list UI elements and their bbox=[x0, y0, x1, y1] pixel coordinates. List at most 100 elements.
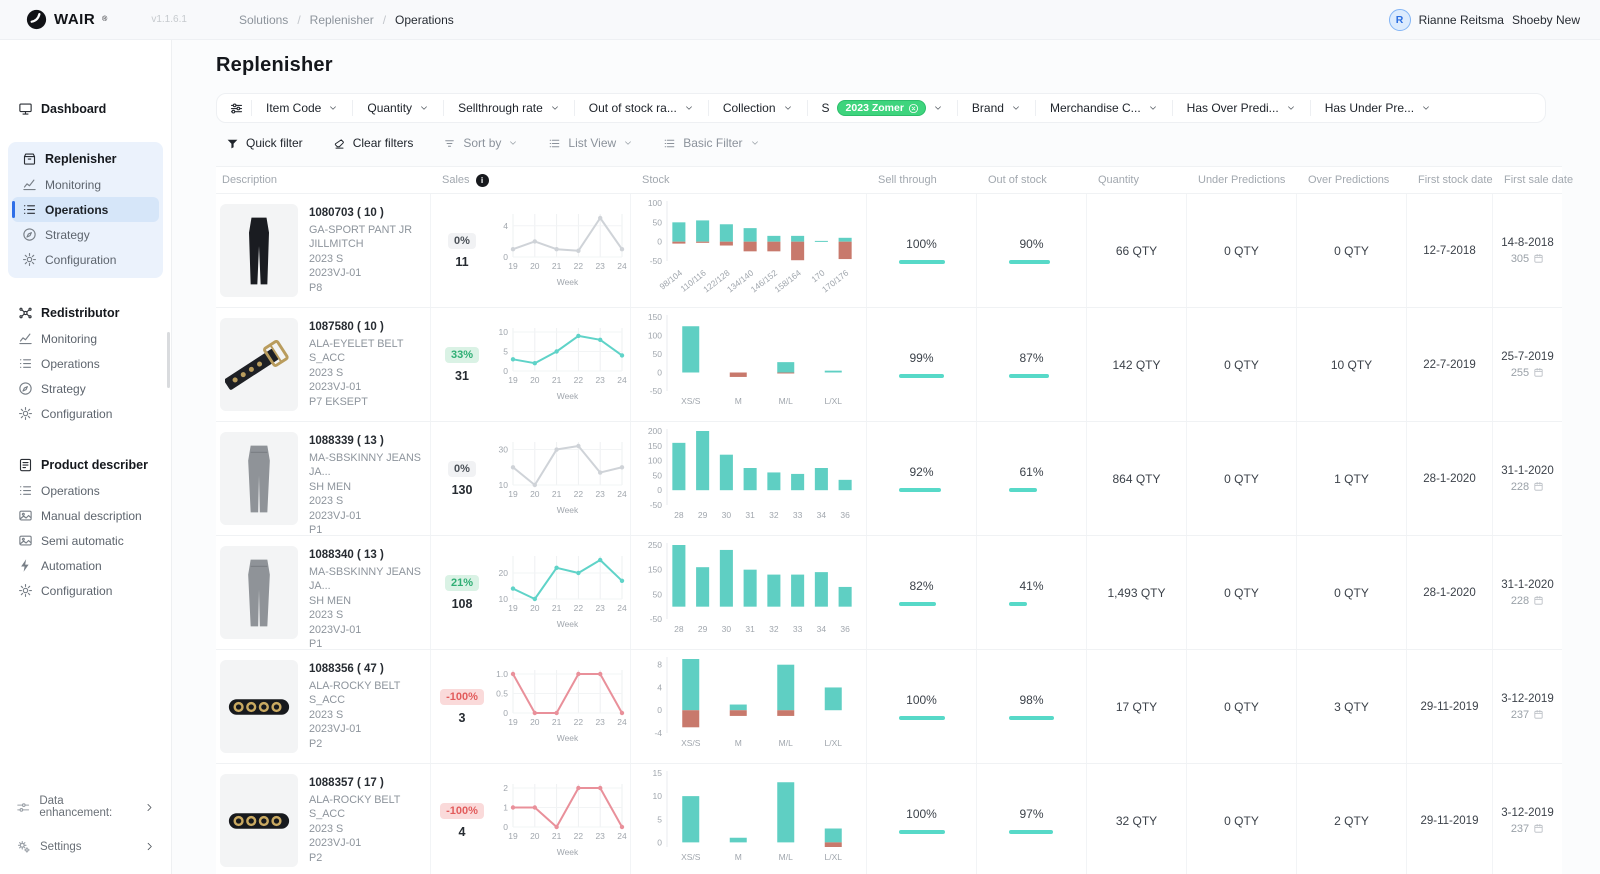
sidebar-item-product-describer-semi-automatic[interactable]: Semi automatic bbox=[8, 528, 163, 553]
table-row[interactable]: 1087580 ( 10 ) ALA-EYELET BELTS_ACC2023 … bbox=[216, 307, 1562, 421]
avatar[interactable]: R bbox=[1389, 9, 1411, 31]
first-sale-date: 25-7-2019 bbox=[1501, 351, 1553, 363]
product-image[interactable] bbox=[220, 546, 298, 639]
column-header-under-predictions: Under Predictions bbox=[1186, 174, 1296, 186]
filter-s-2023-zomer[interactable]: S 2023 Zomer bbox=[807, 100, 957, 116]
product-image[interactable] bbox=[220, 318, 298, 411]
quantity-value: 864 QTY bbox=[1086, 422, 1186, 535]
sidebar-group-title-product-describer[interactable]: Product describer bbox=[8, 452, 163, 478]
sidebar-item-redistributor-monitoring[interactable]: Monitoring bbox=[8, 326, 163, 351]
svg-text:200: 200 bbox=[647, 426, 661, 436]
svg-text:31: 31 bbox=[745, 624, 755, 634]
list-view-icon bbox=[548, 137, 561, 150]
filter-settings-button[interactable] bbox=[221, 101, 251, 116]
sales-total: 108 bbox=[452, 597, 473, 611]
sales-info-icon[interactable]: i bbox=[476, 174, 489, 187]
sidebar-item-product-describer-manual-description[interactable]: Manual description bbox=[8, 503, 163, 528]
calendar-icon bbox=[1533, 709, 1544, 720]
stock-chart: 051015XS/SMM/LL/XL bbox=[637, 765, 861, 874]
svg-text:0: 0 bbox=[657, 485, 662, 495]
sales-cell: 0% 130 1030192021222324Week bbox=[430, 422, 630, 535]
first-stock-date: 29-11-2019 bbox=[1406, 764, 1492, 874]
sidebar-item-product-describer-operations[interactable]: Operations bbox=[8, 478, 163, 503]
out-of-stock-bar bbox=[1009, 830, 1055, 834]
sidebar-group-title-redistributor[interactable]: Redistributor bbox=[8, 300, 163, 326]
basic-filter-button[interactable]: Basic Filter bbox=[663, 136, 759, 150]
filter-quantity[interactable]: Quantity bbox=[352, 100, 443, 116]
chevron-right-icon bbox=[144, 841, 155, 852]
user-menu[interactable]: R Rianne Reitsma Shoeby New bbox=[1389, 9, 1600, 31]
table-row[interactable]: 1088357 ( 17 ) ALA-ROCKY BELTS_ACC2023 S… bbox=[216, 763, 1562, 874]
filter-merchandise-c[interactable]: Merchandise C... bbox=[1035, 100, 1172, 116]
basic-filter-icon bbox=[663, 137, 676, 150]
gear-icon bbox=[18, 583, 33, 598]
filter-has-over-predi[interactable]: Has Over Predi... bbox=[1172, 100, 1310, 116]
breadcrumb-solutions[interactable]: Solutions bbox=[239, 13, 288, 27]
first-sale-date: 14-8-2018 bbox=[1501, 237, 1553, 249]
description-cell: 1080703 ( 10 ) GA-SPORT PANT JRJILLMITCH… bbox=[216, 194, 430, 307]
table-row[interactable]: 1088356 ( 47 ) ALA-ROCKY BELTS_ACC2023 S… bbox=[216, 649, 1562, 763]
svg-text:20: 20 bbox=[530, 831, 540, 841]
quick-filter-button[interactable]: Quick filter bbox=[226, 136, 303, 150]
sidebar-item-dashboard[interactable]: Dashboard bbox=[8, 96, 163, 122]
sidebar-item-replenisher-monitoring[interactable]: Monitoring bbox=[12, 172, 159, 197]
product-image[interactable] bbox=[220, 204, 298, 297]
over-predictions-value: 3 QTY bbox=[1296, 650, 1406, 763]
sidebar-item-redistributor-operations[interactable]: Operations bbox=[8, 351, 163, 376]
filter-sellthrough-rate[interactable]: Sellthrough rate bbox=[443, 100, 574, 116]
tune-icon bbox=[229, 101, 244, 116]
filter-collection[interactable]: Collection bbox=[708, 100, 807, 116]
sales-cell: 21% 108 1020192021222324Week bbox=[430, 536, 630, 649]
sidebar-item-redistributor-strategy[interactable]: Strategy bbox=[8, 376, 163, 401]
sidebar-scrollbar[interactable] bbox=[167, 332, 170, 388]
description-cell: 1088340 ( 13 ) MA-SBSKINNY JEANS JA...SH… bbox=[216, 536, 430, 649]
redistributor-icon bbox=[18, 305, 33, 321]
filter-chip-2023-zomer[interactable]: 2023 Zomer bbox=[837, 100, 926, 116]
sell-through-cell: 92% bbox=[866, 422, 976, 535]
svg-text:0: 0 bbox=[657, 237, 662, 247]
filter-out-of-stock-ra[interactable]: Out of stock ra... bbox=[574, 100, 708, 116]
sidebar-footer-data-enhancement[interactable]: Data enhancement: bbox=[0, 785, 171, 829]
svg-text:158/164: 158/164 bbox=[772, 268, 803, 295]
first-sale-days: 255 bbox=[1511, 367, 1529, 379]
sidebar-item-product-describer-automation[interactable]: Automation bbox=[8, 553, 163, 578]
svg-text:Week: Week bbox=[557, 391, 579, 401]
product-image[interactable] bbox=[220, 774, 298, 867]
sidebar-footer-settings[interactable]: Settings bbox=[0, 829, 171, 864]
sales-change-badge: 21% bbox=[445, 575, 479, 591]
filter-has-under-pre[interactable]: Has Under Pre... bbox=[1310, 100, 1445, 116]
product-image[interactable] bbox=[220, 432, 298, 525]
filter-label: S bbox=[822, 101, 830, 115]
sidebar-item-replenisher-operations[interactable]: Operations bbox=[12, 197, 159, 222]
list-view-button[interactable]: List View bbox=[548, 136, 633, 150]
wair-logo[interactable]: WAIR® bbox=[0, 9, 107, 30]
compass-icon bbox=[18, 381, 33, 396]
filter-item-code[interactable]: Item Code bbox=[251, 100, 352, 116]
product-image[interactable] bbox=[220, 660, 298, 753]
svg-text:29: 29 bbox=[697, 510, 707, 520]
sidebar-item-product-describer-configuration[interactable]: Configuration bbox=[8, 578, 163, 603]
stock-cell: -500501001502002829303132333436 bbox=[630, 422, 866, 535]
sidebar-item-replenisher-configuration[interactable]: Configuration bbox=[12, 247, 159, 272]
out-of-stock-value: 61% bbox=[1019, 465, 1043, 479]
remove-chip-icon[interactable] bbox=[908, 103, 919, 114]
table-row[interactable]: 1088339 ( 13 ) MA-SBSKINNY JEANS JA...SH… bbox=[216, 421, 1562, 535]
first-sale-cell: 25-7-2019 255 bbox=[1492, 308, 1562, 421]
sidebar-item-replenisher-strategy[interactable]: Strategy bbox=[12, 222, 159, 247]
clear-filters-button[interactable]: Clear filters bbox=[333, 136, 414, 150]
sales-chart: 1020192021222324Week bbox=[487, 550, 630, 635]
filter-bar: Item CodeQuantitySellthrough rateOut of … bbox=[216, 93, 1546, 123]
sort-by-button[interactable]: Sort by bbox=[443, 136, 518, 150]
chevron-down-icon bbox=[1421, 103, 1431, 113]
svg-text:Week: Week bbox=[557, 847, 579, 857]
filter-brand[interactable]: Brand bbox=[957, 100, 1035, 116]
table-row[interactable]: 1088340 ( 13 ) MA-SBSKINNY JEANS JA...SH… bbox=[216, 535, 1562, 649]
table-row[interactable]: 1080703 ( 10 ) GA-SPORT PANT JRJILLMITCH… bbox=[216, 193, 1562, 307]
breadcrumb-replenisher[interactable]: Replenisher bbox=[310, 13, 374, 27]
filter-label: Merchandise C... bbox=[1050, 101, 1141, 115]
sidebar-item-redistributor-configuration[interactable]: Configuration bbox=[8, 401, 163, 426]
out-of-stock-cell: 87% bbox=[976, 308, 1086, 421]
sidebar-group-title-replenisher[interactable]: Replenisher bbox=[12, 146, 159, 172]
column-header-sell-through: Sell through bbox=[866, 174, 976, 186]
svg-text:XS/S: XS/S bbox=[681, 396, 701, 406]
